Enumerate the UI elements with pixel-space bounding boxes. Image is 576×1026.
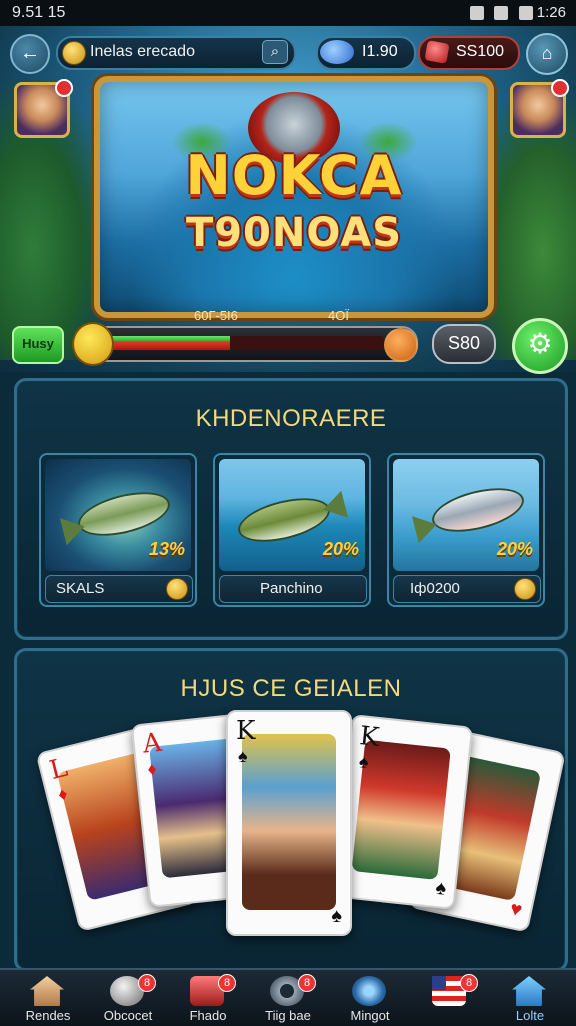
search-text: Inelas erecado [90, 43, 195, 60]
card-suit-corner: ♠ [434, 876, 448, 900]
back-button[interactable]: ← [10, 34, 50, 74]
gear-icon: ⚙ [527, 328, 553, 359]
gem-value: I1.90 [362, 43, 398, 60]
fish-card[interactable]: 20% Panchino [213, 453, 371, 607]
nav-item-lolte[interactable]: Lolte [482, 970, 576, 1026]
lobby-icon [512, 976, 546, 1006]
wifi-icon [470, 6, 485, 21]
battery-icon [518, 6, 533, 21]
card-rank: L [46, 752, 71, 787]
ruby-icon [424, 40, 450, 64]
coin-icon [514, 578, 536, 600]
coin-icon [166, 578, 188, 600]
status-time: 9.51 15 [12, 4, 66, 21]
card-suit: ♠ [358, 751, 370, 773]
fish-section: KHDENORAERE 13% SKALS 20% Panchino 20% I… [14, 378, 568, 640]
notification-badge: 8 [298, 974, 316, 992]
card-rank: K [236, 716, 256, 746]
search-bar[interactable]: Inelas erecado ⌕ [56, 36, 296, 70]
nav-label: Lolte [515, 1008, 545, 1023]
banner-title-line1: NOKCA [185, 144, 403, 207]
home-button[interactable]: ⌂ [526, 33, 568, 75]
card-character-art [242, 734, 336, 910]
fish-card-percent: 20% [496, 539, 533, 559]
coin-icon [62, 41, 86, 65]
player-avatar-left[interactable] [14, 79, 73, 138]
bottom-nav: Rendes 8 Obcocet 8 Fhado 8 Tiig bae Ming… [0, 968, 576, 1026]
orange-icon [384, 328, 418, 362]
fish-card[interactable]: 20% Iф0200 [387, 453, 545, 607]
fish-card-label: SKALS [56, 580, 105, 597]
settings-button[interactable]: ⚙ [512, 318, 568, 374]
card-rank: A [141, 727, 164, 760]
card-rank: K [358, 721, 381, 754]
fish-card-label: Panchino [260, 580, 323, 597]
home-icon [30, 976, 64, 1006]
notification-dot [55, 79, 73, 97]
section-title: KHDENORAERE [195, 405, 387, 432]
card-suit: ♠ [238, 746, 248, 766]
notification-badge: 8 [460, 974, 478, 992]
fish-card-percent: 20% [322, 539, 359, 559]
gem-balance[interactable]: I1.90 [316, 36, 416, 70]
fish-card-bar: SKALS [45, 575, 193, 603]
fish-icon [236, 492, 332, 548]
banner-title-line2: T90NOAS [185, 210, 403, 256]
search-icon[interactable]: ⌕ [262, 40, 288, 64]
fish-gem-icon [320, 40, 354, 64]
progress-bar [72, 322, 418, 366]
playing-card[interactable]: K ♠ ♠ [226, 710, 352, 936]
home-icon: ⌂ [541, 43, 553, 63]
card-suit-corner: ♠ [331, 905, 342, 927]
lemon-icon [72, 322, 114, 366]
game-banner[interactable]: NOKCA T90NOAS [94, 76, 494, 318]
cash-balance[interactable]: SS100 [418, 36, 520, 70]
player-avatar-right[interactable] [510, 79, 569, 138]
status-right: 1:26 [464, 4, 566, 21]
notification-badge: 8 [138, 974, 156, 992]
husy-button[interactable]: Husy [12, 326, 64, 364]
notification-badge: 8 [218, 974, 236, 992]
signal-icon [494, 6, 509, 21]
progress-label-left: 60Г-5І6 [194, 308, 238, 323]
score-badge[interactable]: S80 [432, 324, 496, 364]
section-title: HJUS CE GEIALEN [180, 675, 402, 702]
status-bar: 9.51 15 1:26 [0, 0, 576, 26]
fish-icon [76, 486, 172, 542]
fish-card-bar: Panchino [219, 575, 367, 603]
playing-card[interactable]: K ♠ ♠ [332, 714, 474, 910]
status-clock: 1:26 [536, 4, 566, 21]
notification-dot [551, 79, 569, 97]
back-arrow-icon: ← [20, 42, 40, 64]
progress-label-right: 4ОЇ [328, 308, 349, 323]
fish-card-bar: Iф0200 [393, 575, 541, 603]
fish-card[interactable]: 13% SKALS [39, 453, 197, 607]
fish-icon [430, 482, 526, 538]
cash-value: SS100 [456, 43, 505, 60]
progress-fill [104, 336, 230, 350]
progress-track [104, 336, 384, 350]
fish-card-percent: 13% [148, 539, 185, 559]
card-suit-corner: ♥ [508, 897, 525, 922]
fish-card-label: Iф0200 [410, 580, 460, 597]
globe-icon [352, 976, 386, 1006]
